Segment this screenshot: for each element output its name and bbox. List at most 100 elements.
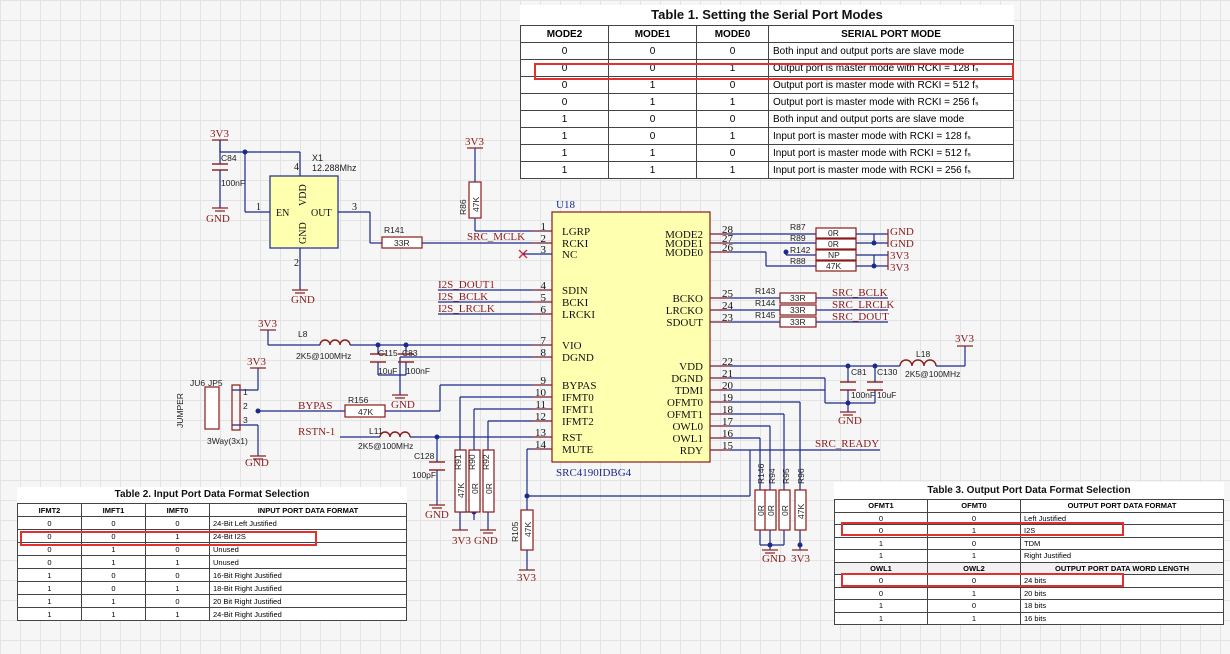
ic-pin-name: LRCKO: [666, 305, 703, 317]
ic-pin-name: RST: [562, 432, 582, 444]
table-cell: 1: [927, 586, 1021, 600]
ic-pin-name: OWL1: [672, 433, 703, 445]
osc-out: OUT: [311, 208, 332, 219]
table-row: 0 0 24 bits: [834, 574, 1224, 588]
ic-pin-name: LGRP: [562, 226, 590, 238]
table-cell: Left Justified: [1020, 511, 1224, 525]
res-ref: R86: [458, 199, 468, 215]
table-cell: 0: [927, 599, 1021, 613]
table-cell: 1: [834, 599, 928, 613]
res-value: 0R: [780, 505, 790, 516]
table1-body: 0 0 0 Both input and output ports are slave…: [520, 42, 1014, 179]
table-cell: 0: [608, 127, 697, 145]
res-value: 0R: [470, 483, 480, 494]
table-cell: 0: [81, 581, 146, 595]
table-row: 1 1 1 Input port is master mode with RCKI =…: [520, 161, 1014, 179]
table-cell: 1: [145, 555, 210, 569]
table-cell: 0: [520, 93, 609, 111]
ic-pin-number: 16: [722, 428, 734, 440]
res-ref: R94: [767, 468, 777, 484]
table-cell: 1: [81, 594, 146, 608]
jumper-label: JUMPER: [175, 393, 185, 428]
table-cell: 0: [696, 42, 769, 60]
cap-ref: C115: [378, 348, 398, 358]
table-cell: 0: [608, 110, 697, 128]
osc-pin3: 3: [352, 202, 357, 213]
table-cell: 1: [17, 594, 82, 608]
table-row: 0 1 1 Unused: [17, 555, 407, 569]
table-cell: Input port is master mode with RCKI = 51…: [768, 144, 1014, 162]
res-value: 47K: [826, 261, 841, 271]
cap-value: 10uF: [877, 390, 896, 400]
table-cell: 16-Bit Right Justified: [209, 568, 407, 582]
power-3v3-label: 3V3: [465, 136, 484, 148]
power-3v3-label: 3V3: [210, 128, 229, 140]
table-row: 1 0 0 Both input and output ports are slave…: [520, 110, 1014, 128]
cap-value: 10uF: [378, 366, 397, 376]
ic-pin-number: 24: [722, 300, 734, 312]
table-cell: 0: [834, 524, 928, 538]
table-cell: Both input and output ports are slave mo…: [768, 42, 1014, 60]
table-cell: 0: [927, 511, 1021, 525]
ic-pin-name: SDIN: [562, 285, 588, 297]
ground-label: GND: [762, 553, 786, 565]
table-row: 0 0 0 Both input and output ports are slave…: [520, 42, 1014, 60]
table-cell: 1: [696, 59, 769, 77]
table-cell: 1: [81, 607, 146, 621]
table-row: 0 0 Left Justified: [834, 511, 1224, 525]
column-header: IFMT2: [17, 503, 82, 517]
table-cell: 0: [81, 516, 146, 530]
res-ref: R143: [755, 286, 776, 296]
res-ref: R87: [790, 222, 806, 232]
column-header: OUTPUT PORT DATA WORD LENGTH: [1020, 561, 1224, 575]
table-cell: 0: [17, 555, 82, 569]
table-cell: 1: [520, 127, 609, 145]
table-cell: 18 bits: [1020, 599, 1224, 613]
table-cell: 1: [608, 161, 697, 179]
table-row: 0 0 0 24-Bit Left Justified: [17, 516, 407, 530]
cap-ref: C130: [877, 367, 898, 377]
ic-pin-number: 1: [541, 221, 547, 233]
table-cell: 1: [17, 568, 82, 582]
res-ref: R144: [755, 298, 776, 308]
ground-label: GND: [890, 226, 914, 238]
table1-header-row: MODE2 MODE1 MODE0 SERIAL PORT MODE: [520, 25, 1014, 43]
ic-pin-number: 7: [541, 335, 547, 347]
net-src-mclk: SRC_MCLK: [467, 231, 525, 243]
table-cell: Input port is master mode with RCKI = 12…: [768, 127, 1014, 145]
table-cell: 1: [520, 161, 609, 179]
column-header: OWL2: [927, 561, 1021, 575]
column-header: MODE2: [520, 25, 609, 43]
net-bypas: BYPAS: [298, 400, 332, 412]
table-row: 1 0 1 18-Bit Right Justified: [17, 581, 407, 595]
osc-vdd: VDD: [298, 184, 309, 206]
table-cell: Input port is master mode with RCKI = 25…: [768, 161, 1014, 179]
table-cell: 0: [834, 586, 928, 600]
table-cell: 0: [834, 574, 928, 588]
serial-port-modes-table: Table 1. Setting the Serial Port Modes M…: [520, 5, 1014, 179]
table-row: 1 0 1 Input port is master mode with RCKI =…: [520, 127, 1014, 145]
res-ref: R89: [790, 233, 806, 243]
column-header: MODE1: [608, 25, 697, 43]
table-cell: 0: [608, 42, 697, 60]
cap-ref: C83: [402, 348, 418, 358]
ic-pin-number: 9: [541, 375, 547, 387]
power-3v3-label: 3V3: [791, 553, 810, 565]
table-cell: 1: [81, 542, 146, 556]
table-cell: 1: [608, 76, 697, 94]
output-port-format-table: Table 3. Output Port Data Format Selecti…: [834, 482, 1224, 625]
res-value: 0R: [828, 228, 839, 238]
res-ref: R105: [510, 521, 520, 542]
osc-freq: 12.288Mhz: [312, 163, 357, 173]
table-cell: 0: [927, 536, 1021, 550]
res-value: 47K: [456, 483, 466, 498]
table-row: 1 1 0 Input port is master mode with RCKI =…: [520, 144, 1014, 162]
table-cell: 1: [696, 127, 769, 145]
res-value: 0R: [766, 505, 776, 516]
table3-title: Table 3. Output Port Data Format Selecti…: [927, 485, 1131, 496]
ic-pin-name: TDMI: [675, 385, 703, 397]
jumper-jp5: [204, 386, 220, 430]
ic-pin-name: RDY: [680, 445, 703, 457]
ic-pin-number: 26: [722, 242, 734, 254]
jumper-ref: JP5: [208, 378, 223, 388]
